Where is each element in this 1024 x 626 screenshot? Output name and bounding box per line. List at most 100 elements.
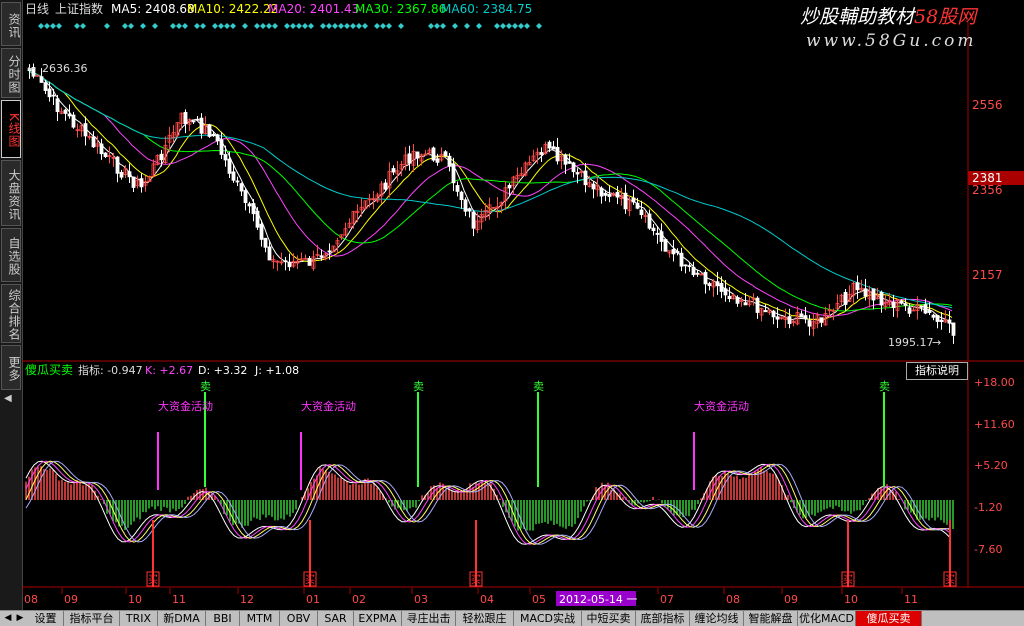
buy-signal-label: 买 <box>843 574 853 586</box>
signal-diamond-icon <box>320 23 326 29</box>
buy-signal-label: 买 <box>471 574 481 586</box>
indicator-tab[interactable]: 新DMA <box>158 611 206 626</box>
indicator-tab[interactable]: 寻庄出击 <box>402 611 456 626</box>
indicator-axis: +18.00 +11.60 +5.20 -1.20 -7.60 <box>974 376 1015 556</box>
moving-average-lines <box>27 69 953 325</box>
sidebar-collapse-icon[interactable]: ◀ <box>4 393 12 404</box>
candle-body <box>551 146 556 150</box>
indicator-tab[interactable]: 傻瓜买卖 <box>856 611 922 626</box>
indicator-tab[interactable]: TRIX <box>120 611 158 626</box>
candle-body <box>199 117 204 134</box>
signal-diamond-icon <box>44 23 50 29</box>
candle-body <box>807 320 812 327</box>
sidebar-tab-2[interactable]: K线图 <box>1 100 21 158</box>
candle-body <box>463 199 468 212</box>
indicator-tab[interactable]: MACD实战 <box>514 611 582 626</box>
candle-body <box>591 183 596 190</box>
sidebar-tab-5[interactable]: 综合排名 <box>1 284 21 343</box>
candle-body <box>635 202 640 209</box>
indicator-tab[interactable]: 底部指标 <box>636 611 690 626</box>
signal-diamond-icon <box>152 23 158 29</box>
indicator-chart[interactable]: 傻瓜买卖 指标: -0.947 K: +2.67 D: +3.32 J: +1.… <box>22 362 1024 588</box>
indicator-tab[interactable]: 优化MACD <box>798 611 856 626</box>
candle-body <box>447 155 452 167</box>
candle-body <box>727 295 732 300</box>
candle-body <box>891 301 896 309</box>
candle-body <box>775 316 780 320</box>
candle-body <box>819 317 824 323</box>
indicator-value: 指标: -0.947 <box>78 363 143 377</box>
scroll-right-icon[interactable]: ▶ <box>14 611 26 626</box>
ma30-value: MA30: 2367.86 <box>355 2 446 16</box>
indicator-tab[interactable]: 缠论均线 <box>690 611 744 626</box>
indicator-tab[interactable]: 轻松跟庄 <box>456 611 514 626</box>
date-tick: 01 <box>306 593 320 606</box>
date-tick: 03 <box>414 593 428 606</box>
candle-body <box>231 171 236 181</box>
signal-diamond-icon <box>182 23 188 29</box>
ma60-value: MA60: 2384.75 <box>441 2 532 16</box>
signal-diamond-icon <box>374 23 380 29</box>
sidebar-tab-3[interactable]: 大盘资讯 <box>1 160 21 226</box>
ma5-value: MA5: 2408.68 <box>111 2 195 16</box>
candle-body <box>63 109 68 114</box>
candle-body <box>719 283 724 292</box>
signal-diamond-icon <box>50 23 56 29</box>
signal-diamond-icon <box>452 23 458 29</box>
candle-body <box>67 113 72 117</box>
sidebar-tab-6[interactable]: 更多 <box>1 345 21 390</box>
signal-diamond-icon <box>332 23 338 29</box>
signal-diamond-icon <box>308 23 314 29</box>
candle-body <box>951 322 956 336</box>
date-tick: 10 <box>844 593 858 606</box>
signal-diamond-icon <box>284 23 290 29</box>
candle-body <box>251 203 256 215</box>
ma-line <box>27 69 953 309</box>
indicator-tab[interactable]: 智能解盘 <box>744 611 798 626</box>
indicator-tab[interactable]: BBI <box>206 611 240 626</box>
candle-body <box>99 143 104 155</box>
signal-diamond-icon <box>224 23 230 29</box>
signal-diamond-icon <box>524 23 530 29</box>
indicator-tab[interactable]: MTM <box>240 611 280 626</box>
indicator-tab-bar: ◀ ▶ 设置 指标平台 TRIX 新DMA BBI MTM OBV SAR EXPMA 寻庄出击轻… <box>0 610 1024 626</box>
sidebar-tab-0[interactable]: 资讯 <box>1 2 21 46</box>
indicator-tab[interactable]: 指标平台 <box>64 611 120 626</box>
candle-body <box>227 158 232 174</box>
sidebar-tab-1[interactable]: 分时图 <box>1 48 21 98</box>
sidebar-tab-4[interactable]: 自选股 <box>1 228 21 282</box>
date-tick: 07 <box>660 593 674 606</box>
candle-body <box>907 307 912 314</box>
left-sidebar: 资讯分时图 K线图 大盘资讯 自选股 综合排名 更多 ◀ <box>0 0 23 610</box>
candle-body <box>443 151 448 157</box>
indicator-help-button[interactable]: 指标说明 <box>906 362 968 380</box>
signal-diamond-icon <box>362 23 368 29</box>
signal-diamond-icon <box>56 23 62 29</box>
candle-body <box>947 319 952 324</box>
indicator-tab[interactable]: OBV <box>280 611 318 626</box>
sell-signal-label: 卖 <box>533 380 544 393</box>
signal-diamond-icon <box>38 23 44 29</box>
date-tick: 02 <box>352 593 366 606</box>
indicator-tab[interactable]: 中短买卖 <box>582 611 636 626</box>
candle-body <box>567 161 572 164</box>
candle-body <box>391 168 396 173</box>
indicator-tab[interactable]: SAR <box>318 611 354 626</box>
fund-signal-label: 大资金活动 <box>158 399 213 413</box>
candle-body <box>863 288 868 297</box>
candle-body <box>455 185 460 192</box>
candle-body <box>451 163 456 184</box>
indicator-tab[interactable]: 设置 <box>28 611 64 626</box>
candle-body <box>467 208 472 212</box>
signal-diamond-icon <box>350 23 356 29</box>
candle-body <box>919 305 924 308</box>
candlestick-chart[interactable]: 日线 上证指数 MA5: 2408.68 MA10: 2422.22 MA20:… <box>22 0 1024 362</box>
scroll-left-icon[interactable]: ◀ <box>2 611 14 626</box>
buy-signal-label: 买 <box>945 574 955 586</box>
indicator-tick: -1.20 <box>974 501 1002 514</box>
indicator-tab[interactable]: EXPMA <box>354 611 402 626</box>
cursor-date: 2012-05-14 一 <box>559 593 637 606</box>
sidebar-tab-label: 资讯 <box>7 12 21 39</box>
signal-diamond-icon <box>194 23 200 29</box>
candle-body <box>55 98 60 112</box>
